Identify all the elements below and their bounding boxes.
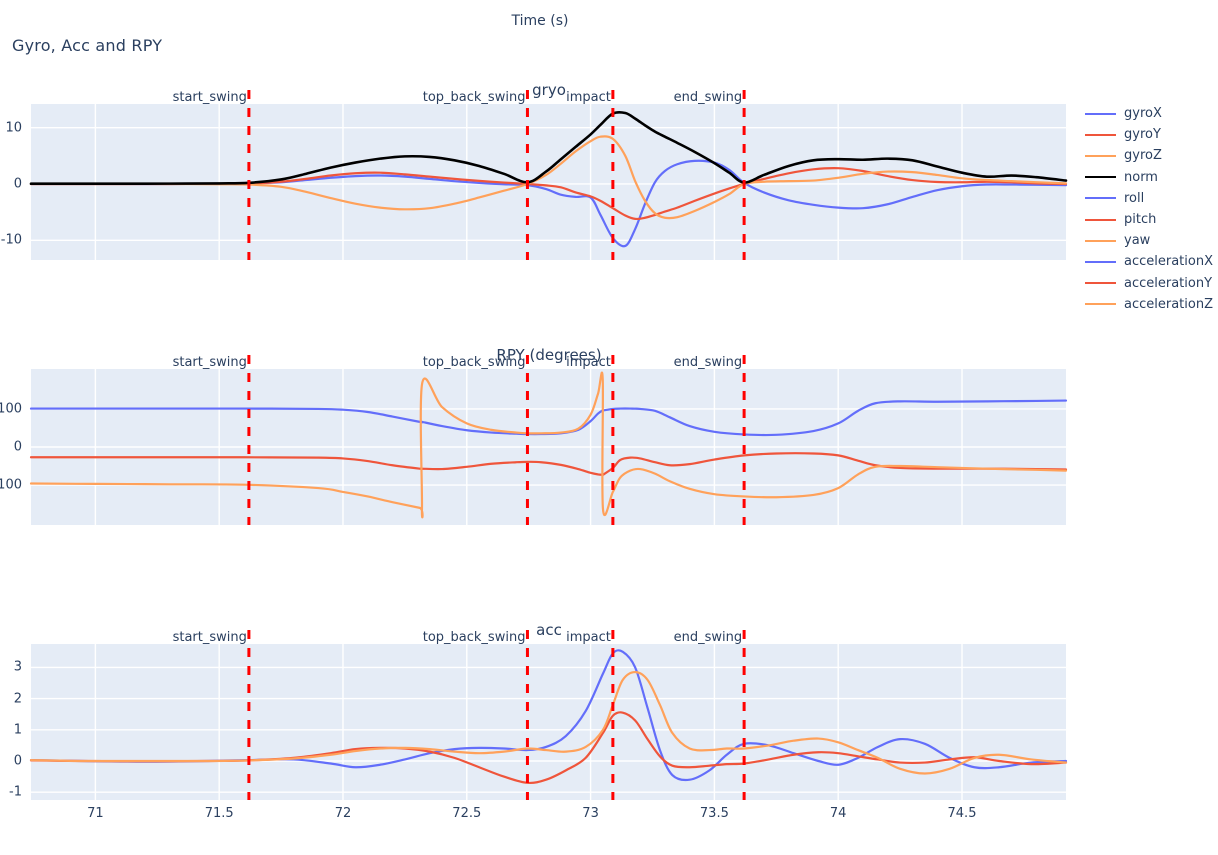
event-label-top_back_swing: top_back_swing: [422, 630, 526, 645]
x-tick-label: 74: [829, 806, 847, 821]
series-line-accelerationZ: [29, 670, 1068, 775]
y-tick-label: 2: [13, 691, 22, 707]
y-tick-label: 0: [13, 753, 22, 769]
legend-swatch-icon: [1085, 239, 1116, 242]
y-tick-label: -10: [0, 232, 22, 248]
event-label-start_swing: start_swing: [172, 90, 247, 105]
chart-svg-2: [29, 630, 1068, 800]
legend-item-yaw[interactable]: yaw: [1085, 230, 1215, 251]
series-line-yaw: [29, 371, 1068, 519]
y-tick-label: 0: [13, 439, 22, 455]
legend-item-gyroZ[interactable]: gyroZ: [1085, 145, 1215, 166]
event-label-impact: impact: [566, 355, 611, 370]
legend: gyroX gyroY gyroZ norm roll pitch yaw accelerat…: [1085, 103, 1215, 315]
legend-label: gyroY: [1124, 127, 1161, 143]
event-label-end_swing: end_swing: [673, 630, 743, 645]
x-tick-label: 71.5: [204, 806, 234, 821]
legend-label: accelerationX: [1124, 254, 1213, 270]
legend-item-gyroX[interactable]: gyroX: [1085, 103, 1215, 124]
legend-label: accelerationY: [1124, 275, 1213, 291]
legend-label: norm: [1124, 169, 1158, 185]
plot-panel-gyro: [29, 90, 1068, 260]
series-line-gyroZ: [29, 135, 1068, 220]
x-tick-label: 73: [582, 806, 599, 821]
legend-label: gyroX: [1124, 106, 1162, 122]
chart-svg-0: [29, 90, 1068, 260]
gridlines: [31, 369, 1066, 525]
gridlines: [31, 644, 1066, 800]
legend-item-pitch[interactable]: pitch: [1085, 209, 1215, 230]
legend-item-accelerationZ[interactable]: accelerationZ: [1085, 294, 1215, 315]
y-tick-label: 100: [0, 401, 22, 417]
legend-item-accelerationX[interactable]: accelerationX: [1085, 251, 1215, 272]
event-label-top_back_swing: top_back_swing: [422, 90, 526, 105]
x-tick-label: 74.5: [947, 806, 977, 821]
legend-label: accelerationZ: [1124, 296, 1213, 312]
plot-panel-rpy: [29, 355, 1068, 525]
series-line-gyroY: [29, 167, 1068, 221]
event-label-start_swing: start_swing: [172, 630, 247, 645]
legend-swatch-icon: [1085, 133, 1116, 136]
event-label-impact: impact: [566, 90, 611, 105]
x-tick-label: 71: [87, 806, 104, 821]
gridlines: [31, 104, 1066, 260]
plot-panel-acc: [29, 630, 1068, 800]
legend-item-norm[interactable]: norm: [1085, 167, 1215, 188]
y-tick-label: 1: [13, 722, 22, 738]
chart-svg-1: [29, 355, 1068, 525]
y-tick-label: -1: [9, 784, 22, 800]
legend-swatch-icon: [1085, 303, 1116, 306]
legend-label: yaw: [1124, 233, 1151, 249]
legend-item-accelerationY[interactable]: accelerationY: [1085, 273, 1215, 294]
series-line-pitch: [29, 452, 1068, 477]
legend-item-gyroY[interactable]: gyroY: [1085, 124, 1215, 145]
x-tick-label: 72: [334, 806, 352, 821]
legend-swatch-icon: [1085, 260, 1116, 263]
y-tick-label: 3: [13, 659, 22, 675]
event-label-top_back_swing: top_back_swing: [422, 355, 526, 370]
series-line-roll: [29, 399, 1068, 437]
figure: Time (s) Gyro, Acc and RPY gyroX gyroY gyr…: [0, 0, 1218, 855]
legend-item-roll[interactable]: roll: [1085, 188, 1215, 209]
event-label-impact: impact: [566, 630, 611, 645]
y-tick-label: -100: [0, 477, 22, 493]
event-label-start_swing: start_swing: [172, 355, 247, 370]
y-tick-label: 0: [13, 176, 22, 192]
event-label-end_swing: end_swing: [673, 90, 743, 105]
legend-swatch-icon: [1085, 218, 1116, 221]
legend-swatch-icon: [1085, 197, 1116, 200]
legend-label: pitch: [1124, 212, 1157, 228]
y-tick-label: 10: [5, 120, 22, 136]
figure-title: Gyro, Acc and RPY: [12, 36, 163, 55]
legend-swatch-icon: [1085, 176, 1116, 179]
x-axis-title: Time (s): [511, 13, 569, 29]
legend-label: roll: [1124, 190, 1145, 206]
legend-swatch-icon: [1085, 282, 1116, 285]
legend-label: gyroZ: [1124, 148, 1162, 164]
legend-swatch-icon: [1085, 112, 1116, 115]
x-tick-label: 72.5: [452, 806, 482, 821]
legend-swatch-icon: [1085, 154, 1116, 157]
x-tick-label: 73.5: [699, 806, 729, 821]
event-label-end_swing: end_swing: [673, 355, 743, 370]
